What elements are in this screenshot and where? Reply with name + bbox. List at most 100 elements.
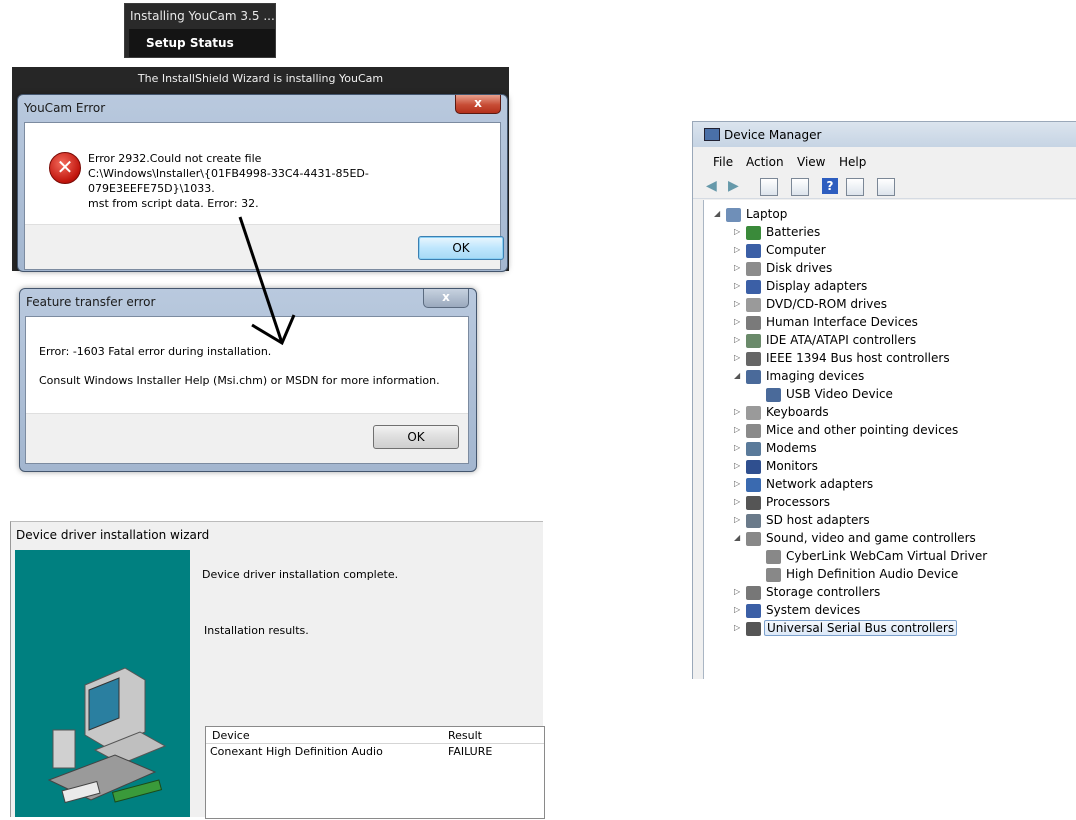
tree-item-label: Monitors bbox=[766, 459, 818, 473]
scan-hardware-icon[interactable] bbox=[877, 178, 895, 196]
window-title: Device driver installation wizard bbox=[16, 528, 210, 542]
wizard-illustration-panel bbox=[15, 550, 190, 817]
close-button[interactable]: x bbox=[455, 95, 501, 114]
dialog-title: YouCam Error bbox=[24, 101, 106, 115]
expand-arrow-icon[interactable]: ▷ bbox=[734, 461, 743, 470]
tree-item-label: SD host adapters bbox=[766, 513, 870, 527]
row-device: Conexant High Definition Audio bbox=[210, 745, 383, 758]
device-category-icon bbox=[746, 424, 761, 438]
results-label: Installation results. bbox=[204, 624, 309, 637]
menu-file[interactable]: File bbox=[713, 155, 733, 169]
expand-arrow-icon[interactable]: ▷ bbox=[734, 227, 743, 236]
properties-icon[interactable] bbox=[791, 178, 809, 196]
help-line: Consult Windows Installer Help (Msi.chm)… bbox=[39, 374, 440, 387]
device-category-icon bbox=[746, 316, 761, 330]
tree-item-label: IDE ATA/ATAPI controllers bbox=[766, 333, 917, 347]
row-result: FAILURE bbox=[448, 745, 493, 758]
error-message-line: C:\Windows\Installer\{01FB4998-33C4-4431… bbox=[88, 167, 369, 195]
dialog-footer: OK bbox=[26, 413, 468, 463]
close-icon: x bbox=[474, 96, 482, 110]
error-icon: ✕ bbox=[49, 152, 81, 184]
device-category-icon bbox=[746, 496, 761, 510]
device-category-icon bbox=[746, 586, 761, 600]
expand-arrow-icon[interactable]: ▷ bbox=[734, 605, 743, 614]
tree-item-label: Human Interface Devices bbox=[766, 315, 918, 329]
expand-arrow-icon[interactable]: ▷ bbox=[734, 515, 743, 524]
back-arrow-icon[interactable]: ◀ bbox=[706, 179, 722, 193]
device-category-icon bbox=[746, 478, 761, 492]
tree-item-label: USB Video Device bbox=[786, 387, 893, 401]
device-category-icon bbox=[746, 226, 761, 240]
tree-item-label: Sound, video and game controllers bbox=[766, 531, 976, 545]
tree-item-label: Modems bbox=[766, 441, 817, 455]
tree-item-label: High Definition Audio Device bbox=[786, 567, 959, 581]
expand-arrow-icon[interactable]: ▷ bbox=[734, 407, 743, 416]
forward-arrow-icon[interactable]: ▶ bbox=[728, 179, 744, 193]
annotation-arrow bbox=[238, 216, 296, 346]
tree-item-label: Network adapters bbox=[766, 477, 874, 491]
completion-message: Device driver installation complete. bbox=[202, 568, 399, 581]
device-manager-window: Device Manager File Action View Help ◀ ▶… bbox=[692, 121, 1076, 679]
tree-item-label: Computer bbox=[766, 243, 826, 257]
table-row[interactable]: Conexant High Definition Audio FAILURE bbox=[206, 743, 544, 759]
close-button[interactable]: x bbox=[423, 289, 469, 308]
device-category-icon bbox=[746, 622, 761, 636]
device-category-icon bbox=[746, 514, 761, 528]
ok-button[interactable]: OK bbox=[373, 425, 459, 449]
expand-arrow-icon[interactable]: ▷ bbox=[734, 497, 743, 506]
expand-arrow-icon[interactable]: ▷ bbox=[734, 479, 743, 488]
expand-arrow-icon[interactable]: ▷ bbox=[734, 587, 743, 596]
menu-help[interactable]: Help bbox=[839, 155, 866, 169]
show-hide-console-tree-icon[interactable] bbox=[760, 178, 778, 196]
collapse-arrow-icon[interactable]: ◢ bbox=[734, 371, 743, 380]
column-device[interactable]: Device bbox=[212, 729, 250, 742]
tree-item-label: System devices bbox=[766, 603, 861, 617]
error-message-line: Error 2932.Could not create file bbox=[88, 152, 262, 165]
device-category-icon bbox=[746, 298, 761, 312]
device-category-icon bbox=[746, 370, 761, 384]
expand-arrow-icon[interactable]: ▷ bbox=[734, 281, 743, 290]
help-icon[interactable]: ? bbox=[822, 178, 838, 194]
expand-arrow-icon[interactable]: ▷ bbox=[734, 425, 743, 434]
action-pane-icon[interactable] bbox=[846, 178, 864, 196]
tree-item-label: Imaging devices bbox=[766, 369, 865, 383]
menu-action[interactable]: Action bbox=[746, 155, 784, 169]
close-icon: x bbox=[442, 290, 450, 304]
setup-window-title: Installing YouCam 3.5 ... bbox=[130, 9, 275, 23]
device-tree[interactable]: ◢ Laptop ▷ Batteries ▷ Computer ▷ Disk drives ▷ D… bbox=[703, 200, 1076, 679]
tree-item-label: CyberLink WebCam Virtual Driver bbox=[786, 549, 988, 563]
device-category-icon bbox=[746, 460, 761, 474]
ok-button[interactable]: OK bbox=[418, 236, 504, 260]
menu-view[interactable]: View bbox=[797, 155, 825, 169]
expand-arrow-icon[interactable]: ▷ bbox=[734, 353, 743, 362]
expand-arrow-icon[interactable]: ▷ bbox=[734, 299, 743, 308]
results-table: Device Result Conexant High Definition A… bbox=[205, 726, 545, 819]
expand-arrow-icon[interactable]: ▷ bbox=[734, 335, 743, 344]
setup-status-label: Setup Status bbox=[146, 36, 234, 50]
tree-item-label: Storage controllers bbox=[766, 585, 881, 599]
expand-arrow-icon[interactable]: ▷ bbox=[734, 623, 743, 632]
device-category-icon bbox=[746, 262, 761, 276]
device-category-icon bbox=[766, 388, 781, 402]
tree-item-label: Laptop bbox=[746, 207, 788, 221]
device-category-icon bbox=[766, 568, 781, 582]
collapse-arrow-icon[interactable]: ◢ bbox=[714, 209, 723, 218]
setup-status-bar: Setup Status bbox=[129, 29, 275, 57]
device-category-icon bbox=[766, 550, 781, 564]
expand-arrow-icon[interactable]: ▷ bbox=[734, 317, 743, 326]
device-category-icon bbox=[746, 442, 761, 456]
expand-arrow-icon[interactable]: ▷ bbox=[734, 443, 743, 452]
window-title: Device Manager bbox=[724, 128, 822, 142]
column-result[interactable]: Result bbox=[448, 729, 482, 742]
computer-hardware-icon bbox=[47, 667, 167, 804]
device-category-icon bbox=[746, 532, 761, 546]
expand-arrow-icon[interactable]: ▷ bbox=[734, 263, 743, 272]
device-category-icon bbox=[746, 244, 761, 258]
collapse-arrow-icon[interactable]: ◢ bbox=[734, 533, 743, 542]
device-category-icon bbox=[746, 280, 761, 294]
expand-arrow-icon[interactable]: ▷ bbox=[734, 245, 743, 254]
tree-item-label: Mice and other pointing devices bbox=[766, 423, 959, 437]
tree-item-label: Disk drives bbox=[766, 261, 833, 275]
device-category-icon bbox=[746, 604, 761, 618]
device-driver-wizard-window: Device driver installation wizard Device… bbox=[10, 521, 545, 819]
